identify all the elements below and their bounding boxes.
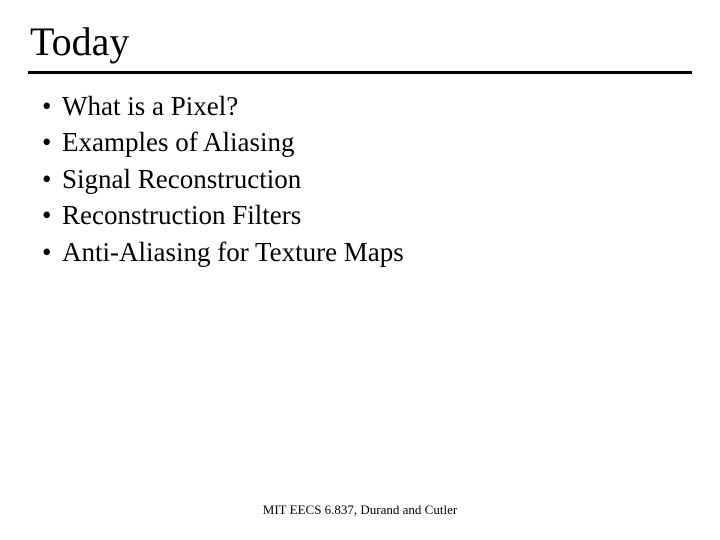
list-item: • Examples of Aliasing [38, 124, 692, 160]
slide: Today • What is a Pixel? • Examples of A… [0, 0, 720, 540]
bullet-text: Examples of Aliasing [62, 124, 294, 160]
list-item: • Signal Reconstruction [38, 161, 692, 197]
bullet-icon: • [38, 88, 62, 124]
slide-title: Today [28, 18, 692, 65]
list-item: • Anti-Aliasing for Texture Maps [38, 234, 692, 270]
list-item: • Reconstruction Filters [38, 197, 692, 233]
title-underline [28, 71, 692, 74]
bullet-icon: • [38, 124, 62, 160]
bullet-icon: • [38, 197, 62, 233]
bullet-list: • What is a Pixel? • Examples of Aliasin… [28, 88, 692, 270]
bullet-text: Reconstruction Filters [62, 197, 301, 233]
list-item: • What is a Pixel? [38, 88, 692, 124]
bullet-text: Signal Reconstruction [62, 161, 301, 197]
bullet-icon: • [38, 161, 62, 197]
bullet-icon: • [38, 234, 62, 270]
bullet-text: What is a Pixel? [62, 88, 238, 124]
bullet-text: Anti-Aliasing for Texture Maps [62, 234, 404, 270]
slide-footer: MIT EECS 6.837, Durand and Cutler [0, 502, 720, 518]
